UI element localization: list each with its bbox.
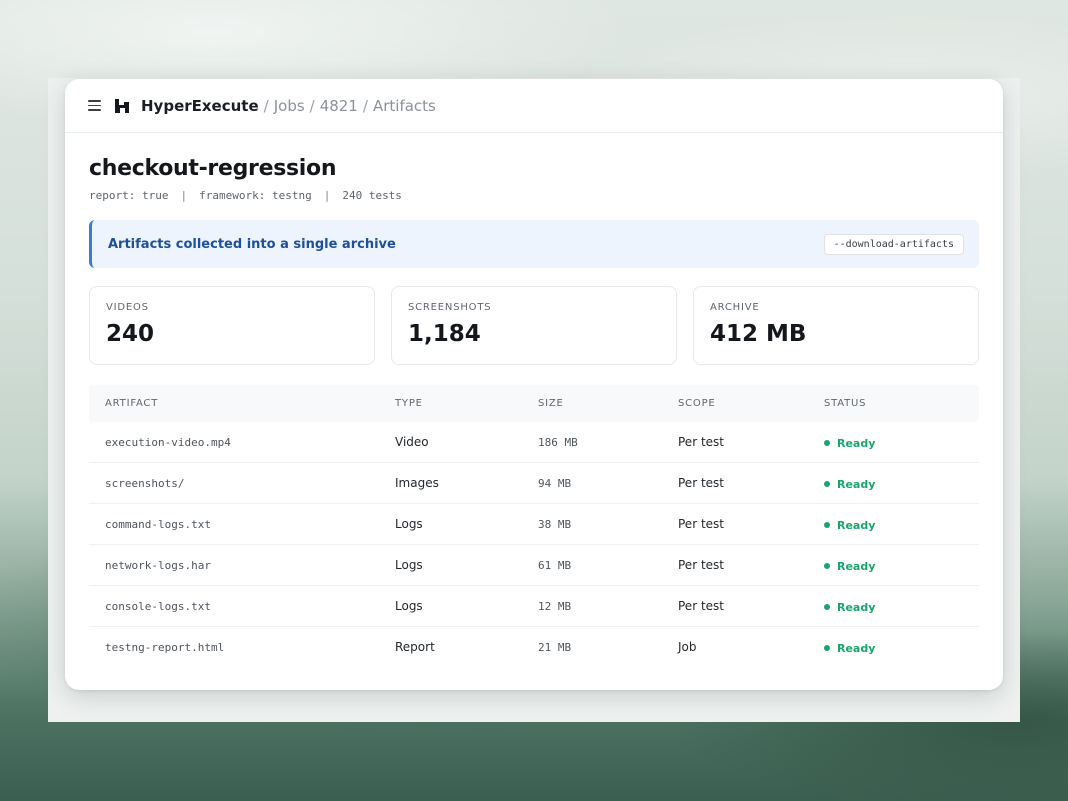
status-text: Ready [837,600,876,614]
top-bar: HyperExecute / Jobs / 4821 / Artifacts [65,79,1003,133]
artifact-scope: Per test [678,558,724,572]
artifact-name[interactable]: network-logs.har [89,559,395,572]
info-banner: Artifacts collected into a single archiv… [89,220,979,268]
status-dot-icon [824,440,830,446]
column-header-scope: SCOPE [678,398,716,409]
column-header-type: TYPE [395,398,423,409]
status-dot-icon [824,604,830,610]
status-dot-icon [824,481,830,487]
table-row[interactable]: testng-report.html Report 21 MB Job Ready [89,627,979,667]
hamburger-menu-icon[interactable] [88,100,101,111]
artifact-type: Report [395,640,435,654]
artifact-type: Logs [395,558,423,572]
stat-label: VIDEOS [106,302,149,313]
artifact-scope: Per test [678,435,724,449]
stat-card-archive: ARCHIVE 412 MB [693,286,979,365]
status-badge: Ready [824,478,979,491]
meta-report: report: true [89,189,169,202]
status-badge: Ready [824,560,979,573]
artifact-name[interactable]: screenshots/ [89,477,395,490]
breadcrumb-app[interactable]: HyperExecute [141,97,259,115]
table-row[interactable]: command-logs.txt Logs 38 MB Per test Ready [89,504,979,545]
table-row[interactable]: screenshots/Images 94 MB Per test Ready [89,463,979,504]
table-header: ARTIFACT TYPE SIZE SCOPE STATUS [89,385,979,422]
stat-value: 412 MB [710,321,807,347]
artifact-size: 61 MB [538,558,572,572]
table-row[interactable]: execution-video.mp4 Video 186 MB Per test Re… [89,422,979,463]
artifact-size: 12 MB [538,599,572,613]
artifact-size: 186 MB [538,435,578,449]
artifact-name[interactable]: testng-report.html [89,641,395,654]
stat-value: 240 [106,321,155,347]
stat-card-videos: VIDEOS 240 [89,286,375,365]
column-header-artifact: ARTIFACT [105,398,159,409]
artifact-name[interactable]: execution-video.mp4 [89,436,395,449]
status-badge: Ready [824,642,979,655]
artifact-type: Logs [395,517,423,531]
artifact-type: Video [395,435,429,449]
artifacts-table: ARTIFACT TYPE SIZE SCOPE STATUS executio… [89,385,979,667]
status-dot-icon [824,522,830,528]
artifact-name[interactable]: command-logs.txt [89,518,395,531]
download-artifacts-flag[interactable]: --download-artifacts [823,233,964,255]
status-text: Ready [837,518,876,532]
artifact-scope: Per test [678,517,724,531]
stat-label: SCREENSHOTS [408,302,492,313]
table-row[interactable]: console-logs.txt Logs 12 MB Per test Ready [89,586,979,627]
artifact-scope: Per test [678,599,724,613]
column-header-status: STATUS [824,398,867,409]
artifact-size: 21 MB [538,640,572,654]
stats-row: VIDEOS 240 SCREENSHOTS 1,184 ARCHIVE 412… [89,286,979,365]
status-badge: Ready [824,601,979,614]
status-dot-icon [824,563,830,569]
artifact-size: 38 MB [538,517,572,531]
artifact-type: Images [395,476,439,490]
hyperexecute-logo-icon[interactable] [114,98,130,114]
banner-text: Artifacts collected into a single archiv… [108,236,396,252]
artifact-name[interactable]: console-logs.txt [89,600,395,613]
meta-framework: framework: testng [199,189,312,202]
status-badge: Ready [824,437,979,450]
page-title: checkout-regression [89,156,337,181]
status-dot-icon [824,645,830,651]
status-text: Ready [837,436,876,450]
meta-tests: 240 tests [342,189,402,202]
status-text: Ready [837,477,876,491]
breadcrumb-jobs[interactable]: Jobs [274,97,305,115]
column-header-size: SIZE [538,398,564,409]
breadcrumb-job-id[interactable]: 4821 [320,97,358,115]
stat-label: ARCHIVE [710,302,760,313]
status-text: Ready [837,641,876,655]
stat-value: 1,184 [408,321,481,347]
stat-card-screenshots: SCREENSHOTS 1,184 [391,286,677,365]
status-text: Ready [837,559,876,573]
table-body: execution-video.mp4 Video 186 MB Per test Re… [89,422,979,667]
table-row[interactable]: network-logs.har Logs 61 MB Per test Ready [89,545,979,586]
status-badge: Ready [824,519,979,532]
artifact-scope: Job [678,640,697,654]
breadcrumb-artifacts: Artifacts [372,96,436,115]
artifact-type: Logs [395,599,423,613]
artifact-size: 94 MB [538,476,572,490]
job-meta: report: true | framework: testng | 240 t… [89,189,402,202]
breadcrumb: HyperExecute / Jobs / 4821 / Artifacts [141,96,436,115]
artifact-scope: Per test [678,476,724,490]
artifacts-card: HyperExecute / Jobs / 4821 / Artifacts c… [65,79,1003,690]
